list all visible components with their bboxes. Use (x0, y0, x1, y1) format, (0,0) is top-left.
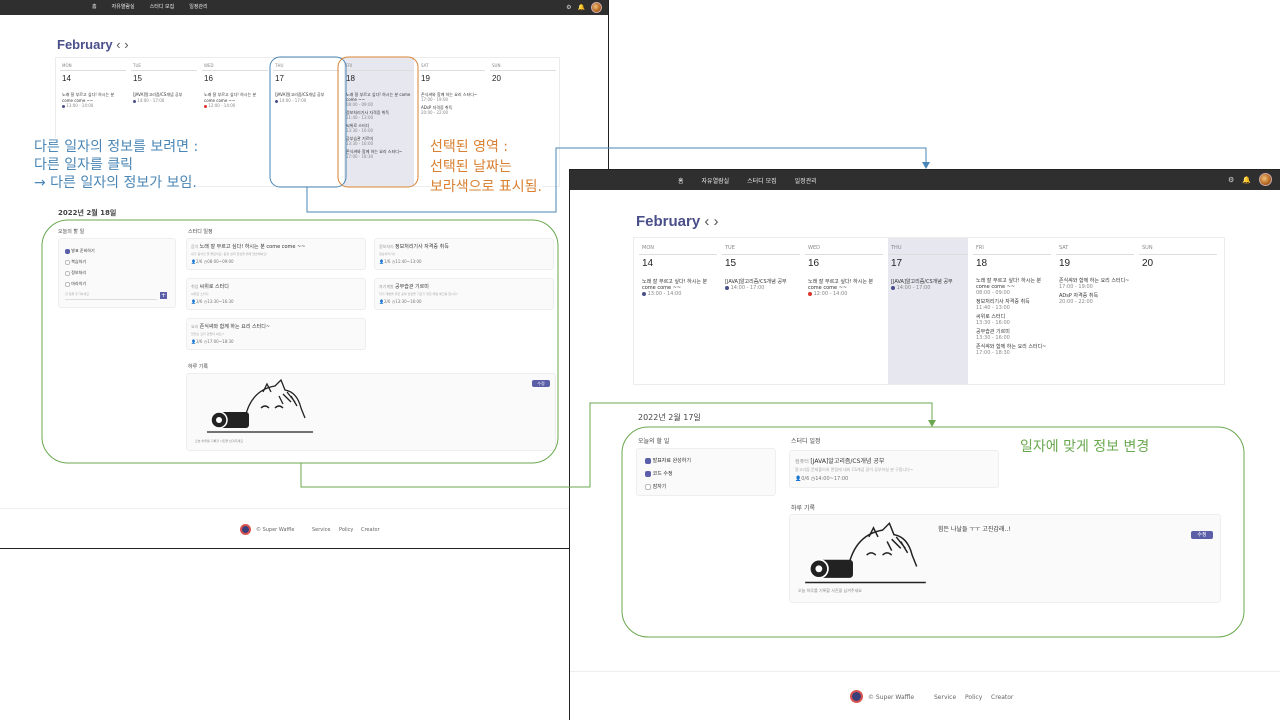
annotation-orange: 선택된 영역 : 선택된 날짜는 보라색으로 표시됨. (430, 137, 542, 197)
annotation-green: 일자에 맞게 정보 변경 (1020, 439, 1150, 455)
annotation-blue: 다른 일자의 정보를 보려면 : 다른 일자를 클릭 → 다른 일자의 정보가 … (34, 138, 199, 192)
annotation-overlay (41, 56, 1245, 638)
